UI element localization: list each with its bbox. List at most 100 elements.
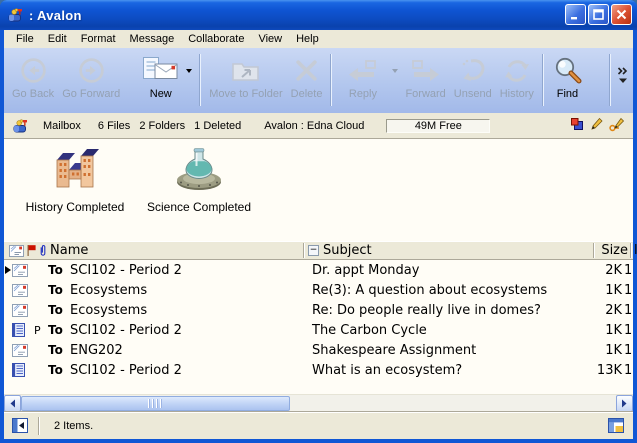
date-partial: 1 xyxy=(624,303,633,318)
message-row[interactable]: To SCI102 - Period 2 What is an ecosyste… xyxy=(4,360,633,380)
toolbar-label: Reply xyxy=(349,88,377,100)
item-type-cell xyxy=(12,323,32,337)
statusbar-separator xyxy=(38,417,40,435)
delete-button[interactable]: Delete xyxy=(287,53,327,108)
size-text: 2K xyxy=(582,263,624,278)
to-label: To xyxy=(48,363,70,377)
selection-cell xyxy=(4,266,12,274)
message-row[interactable]: To Ecosystems Re: Do people really live … xyxy=(4,300,633,320)
subject-collapse-button[interactable]: − xyxy=(308,242,319,259)
forward-arrow-icon xyxy=(409,54,442,87)
subject-text: What is an ecosystem? xyxy=(308,363,582,378)
close-button[interactable] xyxy=(611,4,632,25)
info-bar-icons xyxy=(570,117,633,135)
menu-help[interactable]: Help xyxy=(289,31,326,47)
scroll-left-arrow-icon xyxy=(9,399,16,408)
column-header-size[interactable]: Size xyxy=(596,242,628,259)
unsend-button[interactable]: Unsend xyxy=(450,53,496,108)
recipient-name: SCI102 - Period 2 xyxy=(70,323,308,338)
scroll-right-button[interactable] xyxy=(616,395,633,412)
toolbar-separator xyxy=(330,54,332,106)
go-back-button[interactable]: Go Back xyxy=(8,53,58,108)
maximize-button[interactable] xyxy=(588,4,609,25)
size-text: 1K xyxy=(582,323,624,338)
toggle-pane-icon[interactable] xyxy=(12,418,28,433)
menu-format[interactable]: Format xyxy=(74,31,123,47)
toolbar-label: Find xyxy=(557,88,578,100)
toolbar-label: Move to Folder xyxy=(209,88,282,100)
toolbar-label: Go Forward xyxy=(62,88,120,100)
size-text: 13K xyxy=(582,363,624,378)
reply-dropdown-button[interactable] xyxy=(389,53,401,88)
size-text: 1K xyxy=(582,343,624,358)
minimize-button[interactable] xyxy=(565,4,586,25)
scrollbar-grip-icon xyxy=(147,399,164,408)
message-row[interactable]: To SCI102 - Period 2 Dr. appt Monday 2K … xyxy=(4,260,633,280)
horizontal-scrollbar[interactable] xyxy=(4,394,633,411)
scroll-left-button[interactable] xyxy=(4,395,21,412)
recipient-name: SCI102 - Period 2 xyxy=(70,263,308,278)
to-label: To xyxy=(48,303,70,317)
menu-file[interactable]: File xyxy=(9,31,41,47)
reply-arrow-icon xyxy=(346,54,379,87)
flag-icon[interactable] xyxy=(26,242,37,259)
flag-cell: P xyxy=(32,324,48,337)
menu-bar: File Edit Format Message Collaborate Vie… xyxy=(4,30,633,48)
envelope-icon xyxy=(12,344,28,357)
new-dropdown-button[interactable] xyxy=(183,53,195,88)
desktop-pane: History Completed Science Completed xyxy=(4,139,633,241)
history-completed-folder[interactable]: History Completed xyxy=(14,144,136,214)
item-type-cell xyxy=(12,304,32,317)
to-label: To xyxy=(48,263,70,277)
message-row[interactable]: P To SCI102 - Period 2 The Carbon Cycle … xyxy=(4,320,633,340)
toolbar-separator xyxy=(199,54,201,106)
items-count: 2 Items. xyxy=(54,420,93,432)
item-type-cell xyxy=(12,344,32,357)
unsend-undo-icon xyxy=(459,54,487,87)
paperclip-icon[interactable] xyxy=(39,242,47,259)
history-button[interactable]: History xyxy=(496,53,538,108)
pencil-key-icon[interactable] xyxy=(609,117,625,135)
menu-collaborate[interactable]: Collaborate xyxy=(181,31,251,47)
mailbox-icon xyxy=(12,118,29,134)
scrollbar-thumb[interactable] xyxy=(21,396,290,411)
document-icon xyxy=(12,363,25,377)
move-to-folder-button[interactable]: Move to Folder xyxy=(205,53,286,108)
go-forward-button[interactable]: Go Forward xyxy=(58,53,124,108)
find-button[interactable]: Find xyxy=(548,53,587,108)
new-button[interactable]: New xyxy=(138,53,183,108)
minimize-icon xyxy=(570,9,581,20)
pencil-icon[interactable] xyxy=(590,117,603,134)
toolbar-label: Forward xyxy=(405,88,445,100)
science-completed-folder[interactable]: Science Completed xyxy=(140,144,258,214)
column-header-subject[interactable]: Subject xyxy=(323,242,372,259)
close-icon xyxy=(616,9,627,20)
forward-button[interactable]: Forward xyxy=(401,53,449,108)
column-divider[interactable] xyxy=(630,243,632,258)
status-bar: 2 Items. xyxy=(4,411,633,439)
forward-circle-arrow-icon xyxy=(77,54,106,87)
title-bar: : Avalon xyxy=(0,0,637,30)
reply-button[interactable]: Reply xyxy=(336,53,389,108)
column-header-name[interactable]: Name xyxy=(50,242,88,259)
recipient-name: ENG202 xyxy=(70,343,308,358)
column-divider[interactable] xyxy=(593,243,595,258)
toolbar-overflow-button[interactable] xyxy=(615,53,631,98)
toolbar-separator xyxy=(609,54,611,106)
mailbox-icon xyxy=(7,7,24,23)
files-count: 6 Files xyxy=(98,120,130,132)
menu-message[interactable]: Message xyxy=(123,31,182,47)
menu-edit[interactable]: Edit xyxy=(41,31,74,47)
selection-cell xyxy=(4,286,12,294)
toolbar-label: History xyxy=(500,88,534,100)
split-view-icon[interactable] xyxy=(608,418,624,433)
to-label: To xyxy=(48,343,70,357)
menu-view[interactable]: View xyxy=(251,31,289,47)
message-row[interactable]: To Ecosystems Re(3): A question about ec… xyxy=(4,280,633,300)
maximize-icon xyxy=(593,9,604,20)
column-divider[interactable] xyxy=(303,243,305,258)
delete-x-icon xyxy=(293,54,320,87)
message-row[interactable]: To ENG202 Shakespeare Assignment 1K 1 xyxy=(4,340,633,360)
item-type-cell xyxy=(12,284,32,297)
windows-stack-icon[interactable] xyxy=(570,117,584,134)
